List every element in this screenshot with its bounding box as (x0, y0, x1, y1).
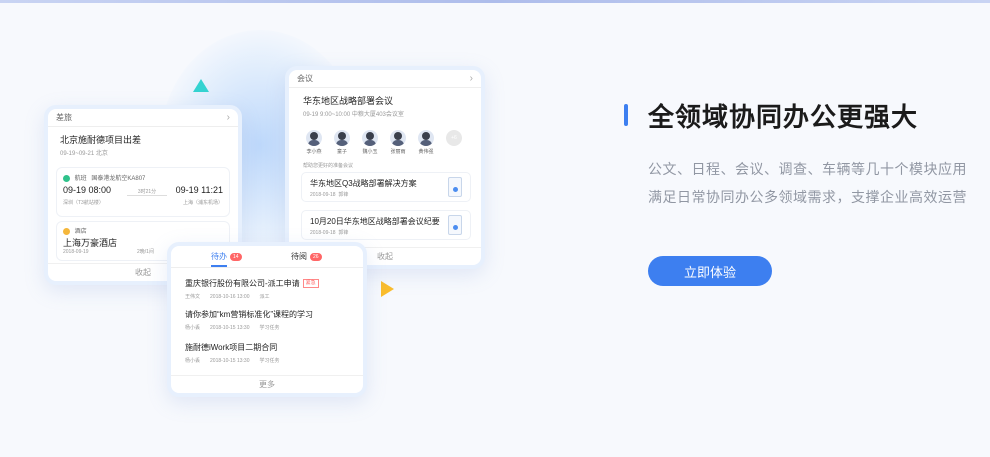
avatar (418, 130, 434, 146)
attendee[interactable]: 魏小玉 (359, 130, 381, 160)
task-item[interactable]: 重庆银行股份有限公司-派工申请 紧急 王伟文 2018-10-16 13:00 派工 (185, 278, 353, 306)
meeting-card-header[interactable]: 会议 › (289, 70, 481, 88)
count-badge: 14 (230, 252, 242, 261)
task-item[interactable]: 施耐德iWork项目二期合同 杨小丢 2018-10-15 13:30 学习任务 (185, 342, 353, 370)
chevron-right-icon[interactable]: › (470, 70, 473, 88)
more-button[interactable]: 更多 (171, 375, 363, 393)
avatar (362, 130, 378, 146)
travel-card-title: 差旅 (56, 113, 72, 122)
hotel-date: 2018-09-19 (63, 249, 89, 255)
top-divider (0, 0, 990, 3)
active-tab-indicator (211, 265, 227, 267)
tab-read[interactable]: 待阅 26 (291, 251, 322, 262)
docs-label: 帮助您更好的准备会议 (303, 163, 354, 169)
doc-item[interactable]: 华东地区Q3战略部署解决方案 2018-09-18 郭锋 (301, 172, 471, 202)
arrive-place: 上海（浦东机场） (182, 200, 223, 206)
meeting-meta: 09-19 9:00~10:00 中粮大厦403会议室 (303, 112, 404, 118)
attendee-list: 李小燕 童子 魏小玉 张丽雨 黄伟强 +6 (303, 130, 471, 160)
attendee[interactable]: 张丽雨 (387, 130, 409, 160)
flight-duration: 3时21分 (127, 188, 167, 196)
hero-desc-line1: 公文、日程、会议、调查、车辆等几十个模块应用 (648, 161, 967, 177)
document-icon (448, 177, 462, 197)
arrive-time: 09-19 11:21 (175, 185, 223, 195)
hero-desc-line2: 满足日常协同办公多领域需求，支撑企业高效运营 (648, 189, 967, 205)
task-item[interactable]: 请你参加“km营销标准化”课程的学习 杨小丢 2018-10-15 13:30 学习… (185, 309, 353, 337)
todo-tabs: 待办 14 待阅 26 (171, 246, 363, 268)
attendee[interactable]: 黄伟强 (415, 130, 437, 160)
avatar (390, 130, 406, 146)
flight-item[interactable]: 航班 国泰港龙航空KA807 09-19 08:00 09-19 11:21 3… (56, 167, 230, 217)
try-now-button[interactable]: 立即体验 (648, 256, 772, 286)
count-badge: 26 (310, 252, 322, 261)
hotel-name: 上海万豪酒店 (63, 238, 118, 248)
todo-card: 待办 14 待阅 26 重庆银行股份有限公司-派工申请 紧急 王伟文 2018-10-1… (167, 242, 367, 397)
flight-route: 国泰港龙航空KA807 (91, 176, 146, 182)
tab-todo[interactable]: 待办 14 (211, 251, 242, 262)
hotel-type: 酒店 (74, 229, 87, 235)
hotel-nights: 2晚/1间 (137, 249, 154, 255)
avatar (306, 130, 322, 146)
more-attendees-button[interactable]: +6 (443, 130, 465, 160)
meeting-title: 华东地区战略部署会议 (303, 96, 394, 106)
chevron-right-icon[interactable]: › (227, 109, 230, 127)
decor-play-triangle-icon (381, 281, 394, 297)
urgent-badge: 紧急 (302, 279, 319, 289)
avatar (334, 130, 350, 146)
depart-place: 深圳（T3航站楼） (63, 200, 104, 206)
hotel-icon (63, 227, 70, 235)
document-icon (448, 215, 462, 235)
attendee[interactable]: 李小燕 (303, 130, 325, 160)
meeting-card: 会议 › 华东地区战略部署会议 09-19 9:00~10:00 中粮大厦403… (285, 66, 485, 269)
attendee[interactable]: 童子 (331, 130, 353, 160)
flight-type: 航班 (74, 176, 87, 182)
hero-title: 全领域协同办公更强大 (648, 102, 919, 132)
doc-item[interactable]: 10月20日华东地区战略部署会议纪要 2018-09-18 郭锋 (301, 210, 471, 240)
trip-title: 北京施耐德项目出差 (60, 135, 142, 145)
title-accent-bar (624, 104, 628, 126)
travel-card-header[interactable]: 差旅 › (48, 109, 238, 127)
depart-time: 09-19 08:00 (63, 185, 112, 195)
flight-icon (63, 174, 70, 182)
trip-meta: 09-19~09-21 北京 (60, 151, 108, 157)
meeting-card-title: 会议 (297, 74, 313, 83)
decor-triangle-icon (193, 79, 209, 92)
